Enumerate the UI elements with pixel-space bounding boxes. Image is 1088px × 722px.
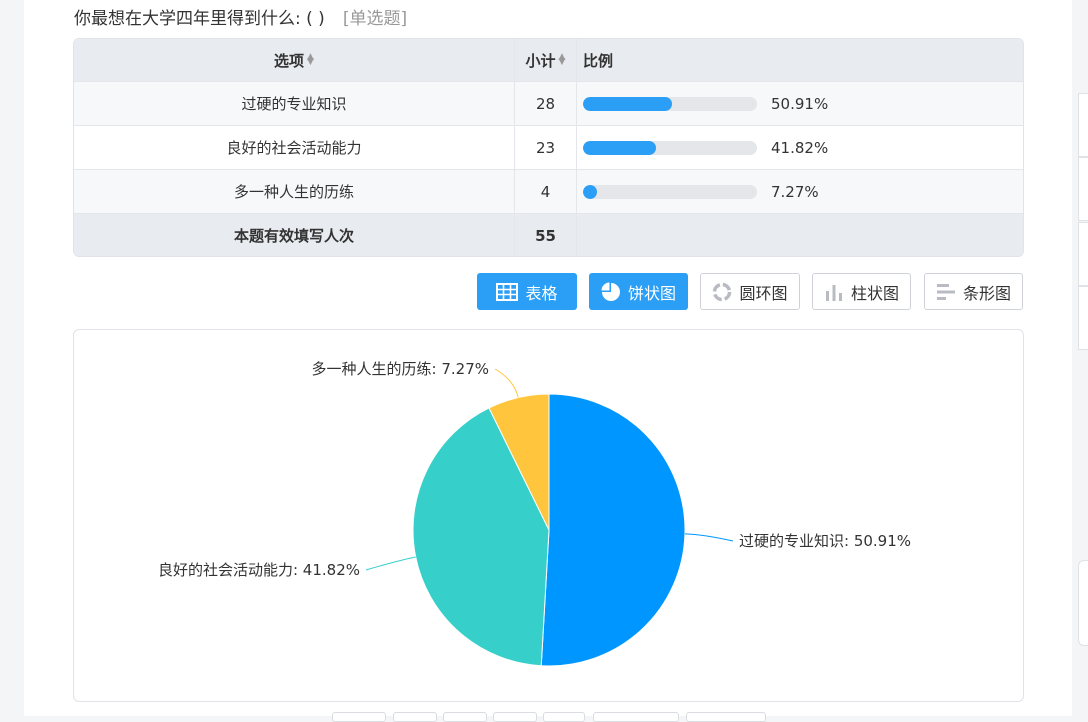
ratio-bar <box>583 96 757 111</box>
table-view-label: 表格 <box>525 283 558 303</box>
pager-button[interactable] <box>393 712 437 722</box>
pager-button[interactable] <box>686 712 766 722</box>
option-count: 23 <box>515 126 577 169</box>
question-text: 你最想在大学四年里得到什么: ( ) <box>74 9 325 29</box>
table-row: 多一种人生的历练 4 7.27% <box>74 169 1023 213</box>
option-count: 28 <box>515 82 577 125</box>
side-panel-fragment <box>1078 222 1088 286</box>
pie-slice-label: 过硬的专业知识: 50.91% <box>739 532 911 550</box>
ratio-percent: 7.27% <box>771 182 819 201</box>
option-label: 过硬的专业知识 <box>74 82 515 125</box>
pie-slice[interactable] <box>540 393 686 667</box>
pie-chart-label: 饼状图 <box>627 283 676 303</box>
pie-slice-label: 多一种人生的历练: 7.27% <box>312 360 489 378</box>
result-table: 选项 ▲ ▼ 小计 ▲ ▼ 比例 过硬的专业知识 28 50.91% 良好的社会活动能力… <box>73 38 1024 257</box>
header-option[interactable]: 选项 ▲ ▼ <box>74 39 515 81</box>
table-row: 过硬的专业知识 28 50.91% <box>74 81 1023 125</box>
option-count: 4 <box>515 170 577 213</box>
ratio-percent: 41.82% <box>771 138 829 157</box>
ratio-percent: 50.91% <box>771 94 829 113</box>
sort-icon[interactable]: ▲ ▼ <box>307 53 314 67</box>
ratio-bar-fill <box>583 140 656 155</box>
ratio-bar <box>583 184 757 199</box>
table-view-button[interactable]: 表格 <box>477 273 577 310</box>
pie-leader-line <box>365 556 416 571</box>
pager-button[interactable] <box>332 712 386 722</box>
bar-chart-label: 柱状图 <box>850 283 899 303</box>
total-label: 本题有效填写人次 <box>74 214 515 256</box>
pie-slice-label: 良好的社会活动能力: 41.82% <box>158 561 360 579</box>
table-row: 良好的社会活动能力 23 41.82% <box>74 125 1023 169</box>
ratio-bar-fill <box>583 96 672 111</box>
bar-chart-icon <box>824 282 844 302</box>
question-title: 你最想在大学四年里得到什么: ( ) [单选题] <box>74 4 407 29</box>
chart-panel: 过硬的专业知识: 50.91% 良好的社会活动能力: 41.82% 多一种人生的历练… <box>73 329 1024 702</box>
header-ratio: 比例 <box>583 51 614 70</box>
option-label: 良好的社会活动能力 <box>74 126 515 169</box>
donut-chart-label: 圆环图 <box>739 283 788 303</box>
pie-chart-button[interactable]: 饼状图 <box>589 273 688 310</box>
header-count[interactable]: 小计 ▲ ▼ <box>515 39 577 81</box>
side-panel-fragment <box>1078 93 1088 157</box>
pie-chart: 过硬的专业知识: 50.91% 良好的社会活动能力: 41.82% 多一种人生的历练… <box>158 360 911 667</box>
horizontal-bar-chart-icon <box>936 282 956 302</box>
ratio-bar-fill <box>583 184 597 199</box>
side-panel-fragment <box>1078 286 1088 350</box>
side-widget-fragment <box>1078 560 1088 646</box>
horizontal-bar-chart-label: 条形图 <box>962 283 1011 303</box>
question-type: [单选题] <box>342 9 408 29</box>
pager-button[interactable] <box>493 712 537 722</box>
sort-icon[interactable]: ▲ ▼ <box>559 53 566 67</box>
donut-chart-button[interactable]: 圆环图 <box>700 273 800 310</box>
horizontal-bar-chart-button[interactable]: 条形图 <box>924 273 1023 310</box>
pager-button[interactable] <box>593 712 679 722</box>
bar-chart-button[interactable]: 柱状图 <box>812 273 911 310</box>
table-icon <box>496 282 519 301</box>
pie-leader-line <box>684 533 734 542</box>
donut-chart-icon <box>712 282 732 302</box>
side-panel-fragment <box>1078 157 1088 221</box>
option-label: 多一种人生的历练 <box>74 170 515 213</box>
ratio-bar <box>583 140 757 155</box>
pager-button[interactable] <box>543 712 585 722</box>
pie-leader-line <box>494 368 519 398</box>
table-total-row: 本题有效填写人次 55 <box>74 213 1023 256</box>
pager-button[interactable] <box>443 712 487 722</box>
table-header-row: 选项 ▲ ▼ 小计 ▲ ▼ 比例 <box>74 39 1023 81</box>
pie-chart-icon <box>601 282 621 302</box>
total-count: 55 <box>515 214 577 256</box>
